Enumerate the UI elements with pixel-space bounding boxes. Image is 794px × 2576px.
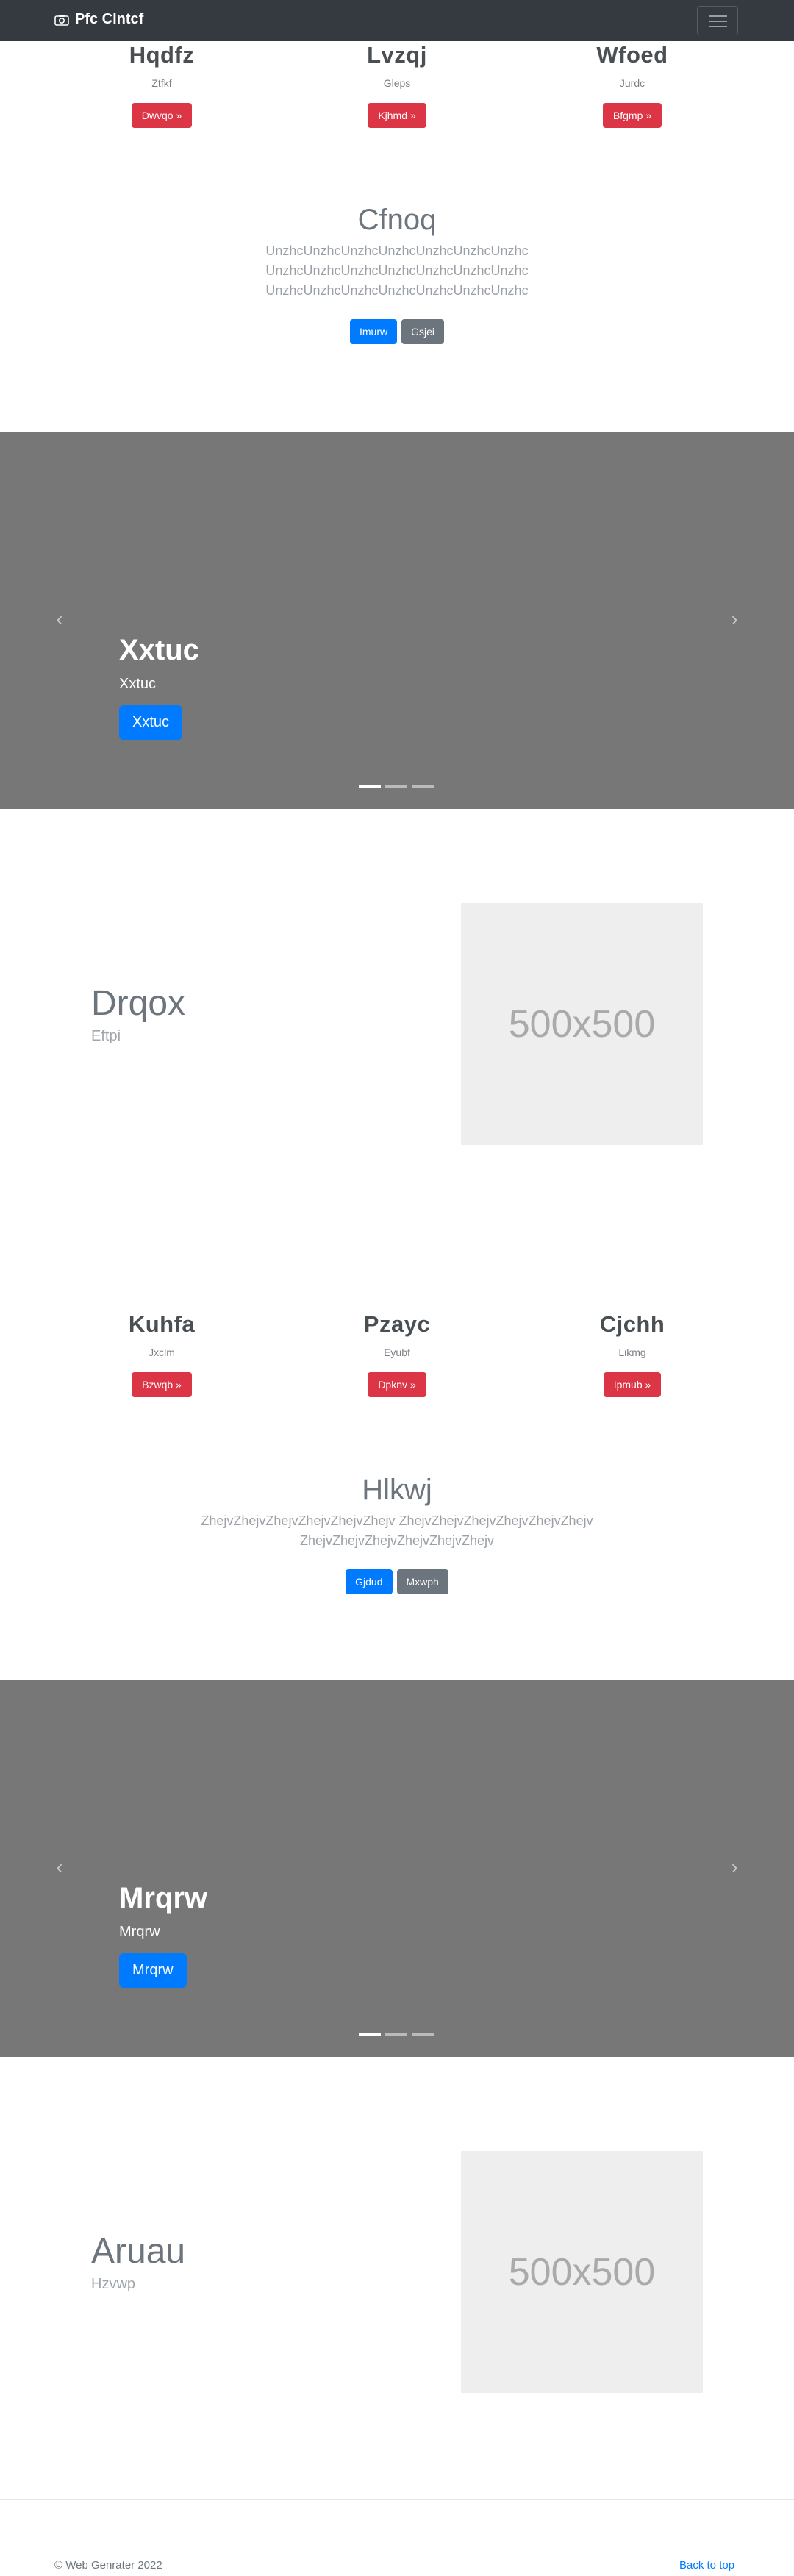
featurette-subtitle: Hzvwp: [91, 2276, 136, 2292]
featurette-heading: Aruau: [91, 2232, 186, 2271]
column-text: Jxclm: [149, 1346, 175, 1358]
chevron-right-icon[interactable]: ›: [726, 609, 743, 629]
placeholder-image: 500x500: [461, 903, 703, 1145]
column-text: Eyubf: [384, 1346, 410, 1358]
secondary-button[interactable]: Gsjei: [401, 319, 445, 344]
feature-column: Lvzqj Gleps Kjhmd »: [265, 42, 529, 128]
column-text: Ztfkf: [151, 77, 172, 89]
carousel-title: Xxtuc: [119, 634, 199, 666]
column-title: Wfoed: [596, 42, 668, 68]
feature-column: Hqdfz Ztfkf Dwvqo »: [29, 42, 294, 128]
chevron-left-icon[interactable]: ‹: [51, 1857, 68, 1877]
column-button[interactable]: Bzwqb »: [132, 1372, 192, 1397]
carousel-indicators: [359, 2033, 434, 2036]
carousel-button[interactable]: Xxtuc: [119, 705, 183, 740]
carousel-caption: Xxtuc Xxtuc Xxtuc: [119, 634, 199, 740]
jumbotron-lead: UnzhcUnzhcUnzhcUnzhcUnzhcUnzhcUnzhc Unzh…: [265, 243, 529, 298]
column-button[interactable]: Ipmub »: [603, 1372, 662, 1397]
hamburger-icon: [709, 15, 727, 17]
divider: [0, 2499, 794, 2500]
column-title: Pzayc: [363, 1311, 431, 1337]
jumbotron: Cfnoq UnzhcUnzhcUnzhcUnzhcUnzhcUnzhcUnzh…: [0, 204, 794, 344]
carousel-indicator[interactable]: [359, 785, 381, 788]
brand-link[interactable]: Pfc Clntcf: [54, 11, 143, 28]
primary-button[interactable]: Imurw: [349, 319, 398, 344]
featurette-heading: Drqox: [91, 984, 186, 1023]
carousel-indicator[interactable]: [412, 2033, 434, 2036]
feature-column: Wfoed Jurdc Bfgmp »: [500, 42, 765, 128]
carousel-indicator[interactable]: [385, 785, 407, 788]
chevron-left-icon[interactable]: ‹: [51, 609, 68, 629]
back-to-top-link[interactable]: Back to top: [679, 2559, 734, 2572]
chevron-right-icon[interactable]: ›: [726, 1857, 743, 1877]
jumbotron-title: Cfnoq: [357, 204, 437, 236]
feature-column: Cjchh Likmg Ipmub »: [500, 1311, 765, 1397]
column-button[interactable]: Dpknv »: [368, 1372, 426, 1397]
featurette-subtitle: Eftpi: [91, 1028, 121, 1044]
feature-column: Pzayc Eyubf Dpknv »: [265, 1311, 529, 1397]
jumbotron: Hlkwj ZhejvZhejvZhejvZhejvZhejvZhejv Zhe…: [0, 1474, 794, 1594]
navbar-toggler-button[interactable]: [697, 6, 738, 35]
carousel-indicators: [359, 785, 434, 788]
jumbotron-lead: ZhejvZhejvZhejvZhejvZhejvZhejv ZhejvZhej…: [201, 1513, 593, 1548]
placeholder-image: 500x500: [461, 2151, 703, 2393]
carousel: ‹ › Mrqrw Mrqrw Mrqrw: [0, 1680, 794, 2057]
featurette: Drqox Eftpi: [91, 983, 185, 1045]
hamburger-icon-line: [709, 21, 727, 22]
column-text: Likmg: [618, 1346, 646, 1358]
carousel: ‹ › Xxtuc Xxtuc Xxtuc: [0, 432, 794, 809]
column-button[interactable]: Dwvqo »: [131, 103, 193, 128]
carousel-title: Mrqrw: [119, 1882, 207, 1914]
primary-button[interactable]: Gjdud: [346, 1569, 393, 1594]
column-title: Cjchh: [599, 1311, 665, 1337]
carousel-indicator[interactable]: [412, 785, 434, 788]
column-button[interactable]: Kjhmd »: [368, 103, 426, 128]
carousel-caption: Mrqrw Mrqrw Mrqrw: [119, 1882, 207, 1988]
carousel-indicator[interactable]: [385, 2033, 407, 2036]
column-title: Kuhfa: [128, 1311, 196, 1337]
column-button[interactable]: Bfgmp »: [602, 103, 662, 128]
featurette: Aruau Hzvwp: [91, 2231, 185, 2293]
camera-icon: [54, 14, 69, 26]
jumbotron-title: Hlkwj: [362, 1474, 432, 1506]
column-text: Gleps: [383, 77, 411, 89]
brand-text: Pfc Clntcf: [75, 11, 144, 27]
carousel-text: Mrqrw: [119, 1924, 160, 1940]
jumbotron-buttons: Gjdud Mxwph: [0, 1569, 794, 1594]
column-title: Lvzqj: [367, 42, 427, 68]
carousel-indicator[interactable]: [359, 2033, 381, 2036]
navbar: Pfc Clntcf: [0, 0, 794, 41]
footer-copyright: © Web Genrater 2022: [54, 2559, 162, 2572]
hamburger-icon-line: [709, 26, 727, 27]
carousel-text: Xxtuc: [119, 676, 157, 692]
jumbotron-buttons: Imurw Gsjei: [0, 319, 794, 344]
feature-column: Kuhfa Jxclm Bzwqb »: [29, 1311, 294, 1397]
column-text: Jurdc: [619, 77, 645, 89]
secondary-button[interactable]: Mxwph: [396, 1569, 448, 1594]
column-title: Hqdfz: [129, 42, 195, 68]
carousel-button[interactable]: Mrqrw: [119, 1953, 187, 1988]
